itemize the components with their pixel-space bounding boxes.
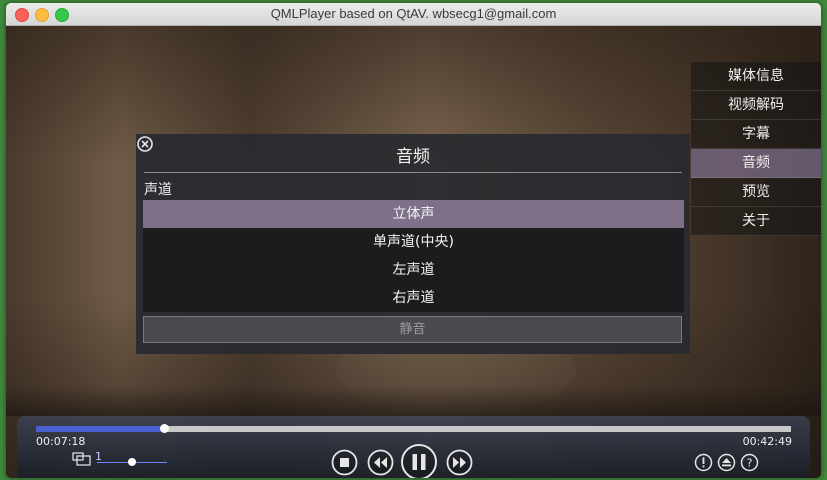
audio-panel-title: 音频 <box>396 147 430 167</box>
help-icon[interactable]: ? <box>740 453 759 472</box>
player-window: QMLPlayer based on QtAV. wbsecg1@gmail.c… <box>6 3 821 478</box>
menu-item-about[interactable]: 关于 <box>691 207 821 236</box>
title-bar: QMLPlayer based on QtAV. wbsecg1@gmail.c… <box>6 3 821 26</box>
channel-option-stereo[interactable]: 立体声 <box>143 200 684 228</box>
pause-icon[interactable] <box>400 443 438 478</box>
channel-option-right[interactable]: 右声道 <box>143 284 684 312</box>
playback-speed-icon <box>72 452 91 466</box>
menu-item-audio[interactable]: 音频 <box>691 149 821 178</box>
eject-icon[interactable] <box>717 453 736 472</box>
rewind-icon[interactable] <box>367 449 394 476</box>
channel-option-mono-center[interactable]: 单声道(中央) <box>143 228 684 256</box>
speed-slider-handle[interactable] <box>128 458 136 466</box>
speed-slider[interactable] <box>97 458 167 466</box>
video-area[interactable]: 媒体信息 视频解码 字幕 音频 预览 关于 音频 声道 立体声 单声道(中央) … <box>6 26 821 478</box>
window-title: QMLPlayer based on QtAV. wbsecg1@gmail.c… <box>270 6 557 21</box>
fast-forward-icon[interactable] <box>446 449 473 476</box>
progress-fill <box>36 426 165 432</box>
mute-button[interactable]: 静音 <box>143 316 682 343</box>
info-icon[interactable] <box>694 453 713 472</box>
control-bar: 00:07:18 00:42:49 1 ? <box>17 416 810 478</box>
total-time: 00:42:49 <box>742 435 792 448</box>
current-time: 00:07:18 <box>36 435 86 448</box>
menu-item-preview[interactable]: 预览 <box>691 178 821 207</box>
menu-item-media-info[interactable]: 媒体信息 <box>691 62 821 91</box>
stop-icon[interactable] <box>331 449 358 476</box>
progress-handle[interactable] <box>160 424 170 433</box>
menu-item-video-decoder[interactable]: 视频解码 <box>691 91 821 120</box>
progress-bar[interactable] <box>36 424 791 433</box>
side-menu: 媒体信息 视频解码 字幕 音频 预览 关于 <box>691 62 821 236</box>
svg-text:?: ? <box>747 457 753 470</box>
channel-label: 声道 <box>144 182 172 198</box>
audio-panel: 音频 声道 立体声 单声道(中央) 左声道 右声道 静音 <box>136 134 690 354</box>
channel-option-left[interactable]: 左声道 <box>143 256 684 284</box>
channel-list: 立体声 单声道(中央) 左声道 右声道 <box>143 200 684 312</box>
menu-item-subtitle[interactable]: 字幕 <box>691 120 821 149</box>
panel-divider <box>144 172 682 173</box>
